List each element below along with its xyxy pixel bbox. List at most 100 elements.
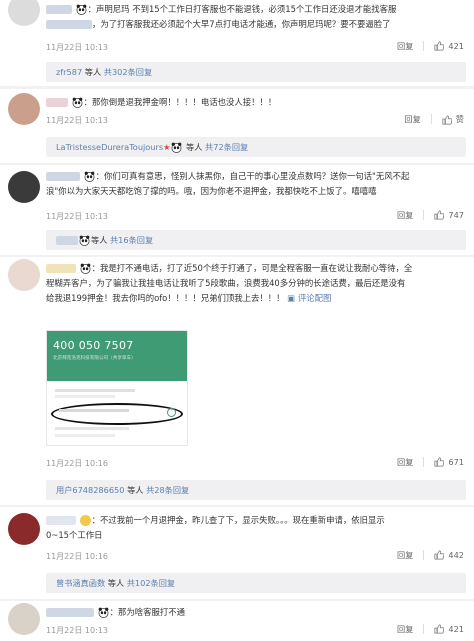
comment-text: ：那你倒是退我押金啊！！！！电话也没人接！！！ [46, 95, 464, 110]
reply-button[interactable]: 回复 [404, 113, 420, 125]
avatar[interactable] [8, 0, 40, 26]
comment-image[interactable]: 400 050 7507 北京拜克洛克科技有限公司（共享单车） [46, 330, 188, 446]
phone-number: 400 050 7507 [53, 339, 134, 352]
like-button[interactable]: 赞 [442, 113, 464, 125]
reply-mid: 等人 [105, 578, 127, 588]
panda-icon [79, 235, 90, 246]
reply-user[interactable]: 曾书涵真函数 [56, 578, 105, 588]
reply-bar[interactable]: zfr587 等人 共302条回复 [46, 62, 466, 82]
blurred-username[interactable] [46, 516, 76, 525]
reply-count-link[interactable]: 共302条回复 [104, 67, 152, 77]
blurred-username[interactable] [46, 5, 72, 14]
reply-bar[interactable]: 等人 共16条回复 [46, 230, 466, 250]
comment-time: 11月22日 10:13 [46, 116, 108, 125]
comment-actions: 回复 赞 [404, 113, 464, 125]
comment-text: ：声明尼玛 不到15个工作日打客服也不能退钱，必须15个工作日还没退才能找客服 … [46, 2, 464, 32]
comment-time: 11月22日 10:16 [46, 459, 108, 468]
blurred-username[interactable] [46, 20, 92, 29]
reply-button[interactable]: 回复 [397, 549, 413, 561]
like-count: 421 [448, 40, 464, 51]
comment-card: ：那为啥客服打不通 11月22日 10:13 回复 421 [0, 601, 474, 641]
reply-user[interactable]: LaTristesseDureraToujours [56, 142, 163, 152]
comment-text: ：那为啥客服打不通 [46, 605, 464, 620]
reply-button[interactable]: 回复 [397, 456, 413, 468]
comment-time: 11月22日 10:13 [46, 212, 108, 221]
reply-bar-wrapper: 等人 共16条回复 [0, 227, 474, 255]
like-count: 421 [448, 623, 464, 634]
reply-bar-wrapper: 曾书涵真函数 等人 共102条回复 [0, 571, 474, 599]
divider [430, 114, 432, 124]
fire-icon: ★ [163, 142, 171, 152]
reply-bar[interactable]: 用户6748286650 等人 共28条回复 [46, 480, 466, 500]
like-button[interactable]: 671 [434, 457, 464, 468]
blurred-username[interactable] [46, 608, 94, 617]
reply-bar-wrapper: LaTristesseDureraToujours★ 等人 共72条回复 [0, 135, 474, 163]
reply-button[interactable]: 回复 [397, 40, 413, 52]
call-log-line [55, 427, 129, 430]
thumbs-up-icon [434, 550, 445, 560]
comment-actions: 回复 421 [397, 40, 464, 52]
reply-button[interactable]: 回复 [397, 623, 413, 635]
blurred-username[interactable] [46, 98, 68, 107]
thumbs-up-icon [434, 457, 445, 467]
reply-count-link[interactable]: 共28条回复 [146, 485, 189, 495]
highlight-circle [51, 403, 183, 425]
avatar[interactable] [8, 93, 40, 125]
thumbs-up-icon [434, 210, 445, 220]
like-button[interactable]: 421 [434, 624, 464, 635]
panda-icon [84, 171, 95, 182]
blurred-username[interactable] [56, 236, 78, 245]
reply-bar[interactable]: 曾书涵真函数 等人 共102条回复 [46, 573, 466, 593]
reply-user[interactable]: zfr587 [56, 67, 82, 77]
avatar[interactable] [8, 513, 40, 545]
divider [423, 550, 425, 560]
comment-card: ：你们可真有意思，怪别人抹黑你，自己干的事心里没点数吗？送你一句话"无风不起 浪… [0, 165, 474, 227]
reply-count-link[interactable]: 共16条回复 [110, 235, 153, 245]
image-icon: ▣ [287, 293, 296, 303]
blurred-username[interactable] [46, 264, 76, 273]
comment-text: ：不过我前一个月退押金，昨儿查了下，显示失败。。。现在重新申请，依旧显示 0~1… [46, 515, 385, 540]
reply-mid: 等人 [82, 67, 104, 77]
comment-time: 11月22日 10:13 [46, 43, 108, 52]
avatar[interactable] [8, 259, 40, 291]
reply-button[interactable]: 回复 [397, 209, 413, 221]
divider [423, 624, 425, 634]
comment-text: ：我是打不通电话，打了近50个终于打通了，可是全程客服一直在说让我耐心等待，全 … [46, 263, 413, 303]
comment-time: 11月22日 10:13 [46, 626, 108, 635]
like-count: 赞 [455, 114, 464, 124]
panda-icon [76, 4, 87, 15]
avatar[interactable] [8, 171, 40, 203]
call-log-line [59, 409, 129, 412]
comment-card: ：声明尼玛 不到15个工作日打客服也不能退钱，必须15个工作日还没退才能找客服 … [0, 0, 474, 58]
reply-mid: 等人 [91, 235, 110, 245]
panda-icon [72, 97, 83, 108]
like-count: 442 [448, 549, 464, 560]
phone-call-header: 400 050 7507 北京拜克洛克科技有限公司（共享单车） [47, 331, 187, 381]
comment-image-link[interactable]: ▣ 评论配图 [287, 293, 331, 303]
like-button[interactable]: 421 [434, 41, 464, 52]
like-button[interactable]: 442 [434, 550, 464, 561]
emoji-icon [79, 515, 91, 526]
reply-bar-wrapper: zfr587 等人 共302条回复 [0, 58, 474, 86]
phone-subtitle: 北京拜克洛克科技有限公司（共享单车） [53, 356, 136, 361]
avatar[interactable] [8, 603, 40, 635]
comment-actions: 回复 442 [397, 549, 464, 561]
divider [423, 210, 425, 220]
reply-bar[interactable]: LaTristesseDureraToujours★ 等人 共72条回复 [46, 137, 466, 157]
comment-actions: 回复 671 [397, 456, 464, 468]
divider [423, 457, 425, 467]
comment-text: ：你们可真有意思，怪别人抹黑你，自己干的事心里没点数吗？送你一句话"无风不起 浪… [46, 171, 410, 196]
reply-user[interactable]: 用户6748286650 [56, 485, 124, 495]
divider [423, 41, 425, 51]
call-info-icon [167, 408, 176, 417]
like-button[interactable]: 747 [434, 210, 464, 221]
comment-card: ：不过我前一个月退押金，昨儿查了下，显示失败。。。现在重新申请，依旧显示 0~1… [0, 507, 474, 571]
like-count: 671 [448, 456, 464, 467]
reply-count-link[interactable]: 共72条回复 [205, 142, 248, 152]
comment-actions: 回复 747 [397, 209, 464, 221]
comment-actions: 回复 421 [397, 623, 464, 635]
reply-count-link[interactable]: 共102条回复 [127, 578, 175, 588]
blurred-username[interactable] [46, 172, 80, 181]
panda-icon [80, 263, 91, 274]
comment-time: 11月22日 10:16 [46, 552, 108, 561]
